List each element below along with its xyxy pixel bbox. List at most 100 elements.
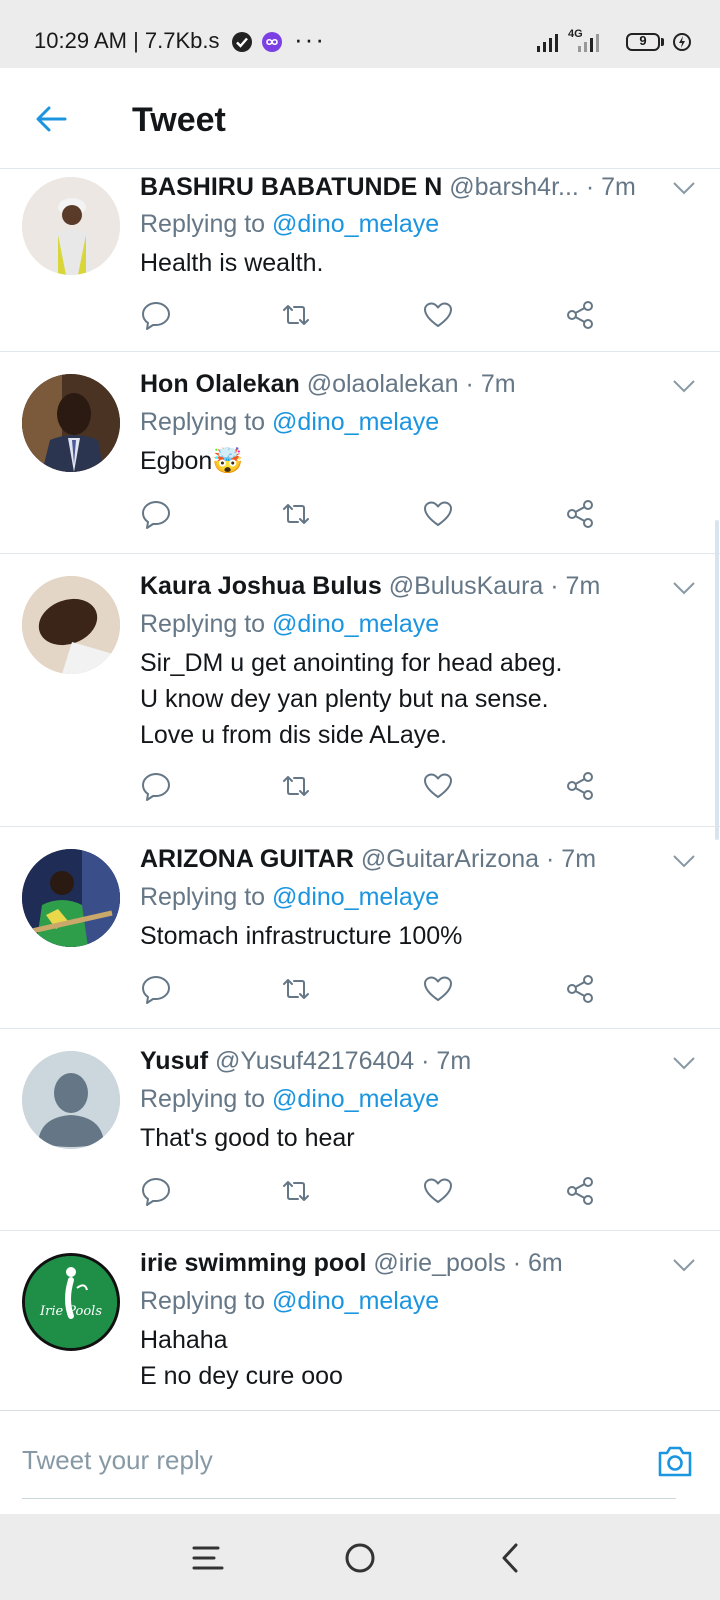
signal-icon [537,34,558,52]
tweet-handle[interactable]: @BulusKaura [389,572,544,600]
tweet-actions [140,299,620,335]
share-icon[interactable] [564,770,596,802]
reply-icon[interactable] [140,973,172,1005]
tweet-author-name[interactable]: irie swimming pool [140,1249,366,1277]
like-icon[interactable] [422,770,454,802]
avatar[interactable] [22,177,120,275]
menu-icon[interactable] [190,1540,226,1576]
reply-icon[interactable] [140,1175,172,1207]
tweet-text-line: Hahaha [140,1326,228,1354]
avatar[interactable] [22,576,120,674]
retweet-icon[interactable] [280,299,312,331]
tweet-actions [140,770,620,806]
chevron-down-icon[interactable] [672,581,696,595]
tweet-author-name[interactable]: Yusuf [140,1047,208,1075]
tweet-time: · 7m [550,572,601,600]
reply-bar [0,1422,720,1514]
like-icon[interactable] [422,498,454,530]
tweet-item[interactable]: ARIZONA GUITAR @GuitarArizona · 7m Reply… [0,827,720,1029]
arrow-left-icon[interactable] [34,102,68,136]
replying-to: Replying to @dino_melaye [140,1085,439,1114]
tweet-text-line: Health is wealth. [140,249,324,277]
like-icon[interactable] [422,1175,454,1207]
tweet-time: · 7m [465,370,516,398]
tweet-author-name[interactable]: Hon Olalekan [140,370,300,398]
app-bar: Tweet [0,68,720,169]
retweet-icon[interactable] [280,973,312,1005]
chevron-down-icon[interactable] [672,181,696,195]
share-icon[interactable] [564,498,596,530]
tweet-item[interactable]: Yusuf @Yusuf42176404 · 7m Replying to @d… [0,1029,720,1231]
more-notifications-icon: ··· [294,24,326,54]
tweet-handle[interactable]: @GuitarArizona [361,845,539,873]
reply-icon[interactable] [140,299,172,331]
avatar-logo-text: Irie Pools [39,1304,103,1319]
tweet-handle[interactable]: @Yusuf42176404 [215,1047,414,1075]
replying-label: Replying to [140,1085,266,1113]
avatar[interactable] [22,374,120,472]
tweet-text: Hahaha E no dey cure ooo [140,1322,343,1394]
retweet-icon[interactable] [280,498,312,530]
tweet-handle[interactable]: @irie_pools [373,1249,505,1277]
home-circle-icon[interactable] [342,1540,378,1576]
tweet-text-line: Egbon🤯 [140,447,244,475]
status-time: 10:29 AM | 7.7Kb.s [34,28,220,53]
avatar[interactable]: Irie Pools [22,1253,120,1351]
tweet-header: Kaura Joshua Bulus @BulusKaura · 7m [140,572,600,601]
verified-check-icon [232,32,252,52]
mention-link[interactable]: @dino_melaye [272,1287,439,1315]
tweet-time: · 7m [421,1047,472,1075]
tweet-author-name[interactable]: BASHIRU BABATUNDE N [140,173,442,201]
reply-icon[interactable] [140,770,172,802]
tweet-text-line: That's good to hear [140,1124,355,1152]
tweet-header: ARIZONA GUITAR @GuitarArizona · 7m [140,845,596,874]
tweet-item[interactable]: BASHIRU BABATUNDE N @barsh4r... · 7m Rep… [0,169,720,352]
mention-link[interactable]: @dino_melaye [272,210,439,238]
back-chevron-icon[interactable] [494,1540,530,1576]
tweet-handle[interactable]: @barsh4r... [449,173,579,201]
tweet-author-name[interactable]: ARIZONA GUITAR [140,845,354,873]
tweet-item[interactable]: Hon Olalekan @olaolalekan · 7m Replying … [0,352,720,554]
reply-icon[interactable] [140,498,172,530]
infinity-app-icon [262,32,282,52]
tweet-item[interactable]: Kaura Joshua Bulus @BulusKaura · 7m Repl… [0,554,720,827]
avatar[interactable] [22,849,120,947]
chevron-down-icon[interactable] [672,379,696,393]
tweet-text-line: Love u from dis side ALaye. [140,721,448,749]
chevron-down-icon[interactable] [672,1056,696,1070]
tweet-author-name[interactable]: Kaura Joshua Bulus [140,572,382,600]
tweet-handle[interactable]: @olaolalekan [307,370,459,398]
tweet-actions [140,498,620,534]
reply-input[interactable] [22,1422,676,1499]
replying-label: Replying to [140,210,266,238]
replying-to: Replying to @dino_melaye [140,408,439,437]
replying-label: Replying to [140,408,266,436]
like-icon[interactable] [422,973,454,1005]
chevron-down-icon[interactable] [672,1258,696,1272]
tweet-header: irie swimming pool @irie_pools · 6m [140,1249,563,1278]
tweet-header: Yusuf @Yusuf42176404 · 7m [140,1047,471,1076]
chevron-down-icon[interactable] [672,854,696,868]
mention-link[interactable]: @dino_melaye [272,610,439,638]
share-icon[interactable] [564,973,596,1005]
mention-link[interactable]: @dino_melaye [272,883,439,911]
avatar[interactable] [22,1051,120,1149]
share-icon[interactable] [564,1175,596,1207]
tweet-header: Hon Olalekan @olaolalekan · 7m [140,370,516,399]
battery-tip [661,38,664,46]
like-icon[interactable] [422,299,454,331]
replying-label: Replying to [140,883,266,911]
camera-icon[interactable] [656,1442,694,1480]
replying-label: Replying to [140,610,266,638]
replying-to: Replying to @dino_melaye [140,883,439,912]
page-title: Tweet [132,101,226,139]
scrollbar[interactable] [715,520,719,840]
share-icon[interactable] [564,299,596,331]
mention-link[interactable]: @dino_melaye [272,408,439,436]
retweet-icon[interactable] [280,770,312,802]
replying-to: Replying to @dino_melaye [140,610,439,639]
data-saver-icon [673,33,691,51]
mention-link[interactable]: @dino_melaye [272,1085,439,1113]
retweet-icon[interactable] [280,1175,312,1207]
tweet-item[interactable]: Irie Pools irie swimming pool @irie_pool… [0,1231,720,1411]
